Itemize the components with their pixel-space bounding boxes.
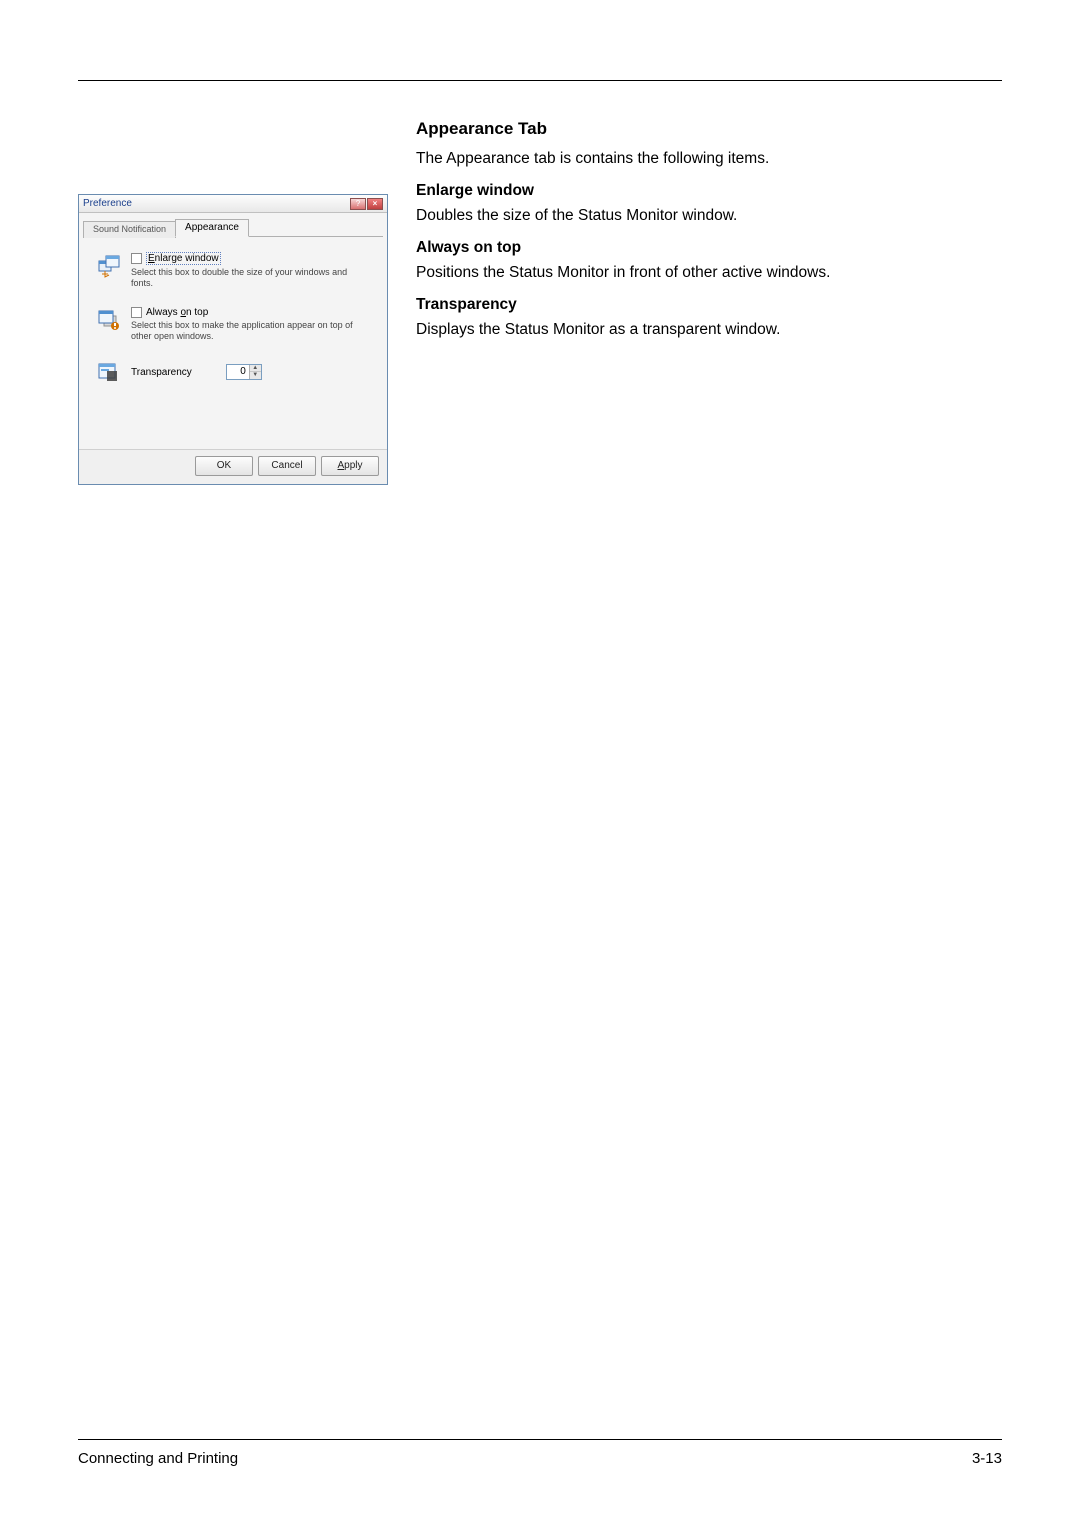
transparency-label: Transparency	[131, 367, 192, 378]
footer-right: 3-13	[972, 1450, 1002, 1467]
tab-row: Sound Notification Appearance	[83, 219, 383, 237]
transparency-option: Transparency 0 ▲ ▼	[83, 354, 383, 445]
enlarge-label: Enlarge window	[146, 252, 221, 265]
always-on-top-option: Always on top Select this box to make th…	[83, 302, 383, 355]
close-button[interactable]: ×	[367, 198, 383, 210]
ok-button[interactable]: OK	[195, 456, 253, 476]
ontop-checkbox[interactable]	[131, 307, 142, 318]
ontop-description: Select this box to make the application …	[131, 320, 371, 343]
tab-sound-notification[interactable]: Sound Notification	[83, 221, 176, 238]
spinner-up[interactable]: ▲	[250, 365, 261, 372]
item-desc-2: Displays the Status Monitor as a transpa…	[416, 320, 1002, 341]
item-title-2: Transparency	[416, 296, 1002, 314]
transparency-icon	[95, 359, 121, 385]
enlarge-checkbox[interactable]	[131, 253, 142, 264]
enlarge-description: Select this box to double the size of yo…	[131, 267, 371, 290]
top-horizontal-rule	[78, 80, 1002, 81]
cancel-button[interactable]: Cancel	[258, 456, 316, 476]
transparency-spinner[interactable]: 0 ▲ ▼	[226, 364, 262, 380]
item-desc-0: Doubles the size of the Status Monitor w…	[416, 206, 1002, 227]
dialog-button-row: OK Cancel Apply	[79, 449, 387, 484]
dialog-title: Preference	[83, 198, 132, 209]
section-heading: Appearance Tab	[416, 119, 1002, 139]
footer-left: Connecting and Printing	[78, 1450, 238, 1467]
tab-appearance[interactable]: Appearance	[175, 219, 249, 237]
help-button[interactable]: ?	[350, 198, 366, 210]
ontop-label: Always on top	[146, 307, 208, 318]
footer-horizontal-rule	[78, 1439, 1002, 1440]
item-title-0: Enlarge window	[416, 182, 1002, 200]
enlarge-window-icon	[95, 252, 121, 278]
item-title-1: Always on top	[416, 239, 1002, 257]
enlarge-window-option: Enlarge window Select this box to double…	[83, 247, 383, 302]
apply-button[interactable]: Apply	[321, 456, 379, 476]
preference-dialog: Preference ? × Sound Notification Appear…	[78, 194, 388, 485]
spinner-down[interactable]: ▼	[250, 372, 261, 379]
transparency-value: 0	[227, 365, 249, 379]
dialog-titlebar: Preference ? ×	[79, 195, 387, 213]
always-on-top-icon	[95, 307, 121, 333]
intro-text: The Appearance tab is contains the follo…	[416, 149, 1002, 170]
item-desc-1: Positions the Status Monitor in front of…	[416, 263, 1002, 284]
